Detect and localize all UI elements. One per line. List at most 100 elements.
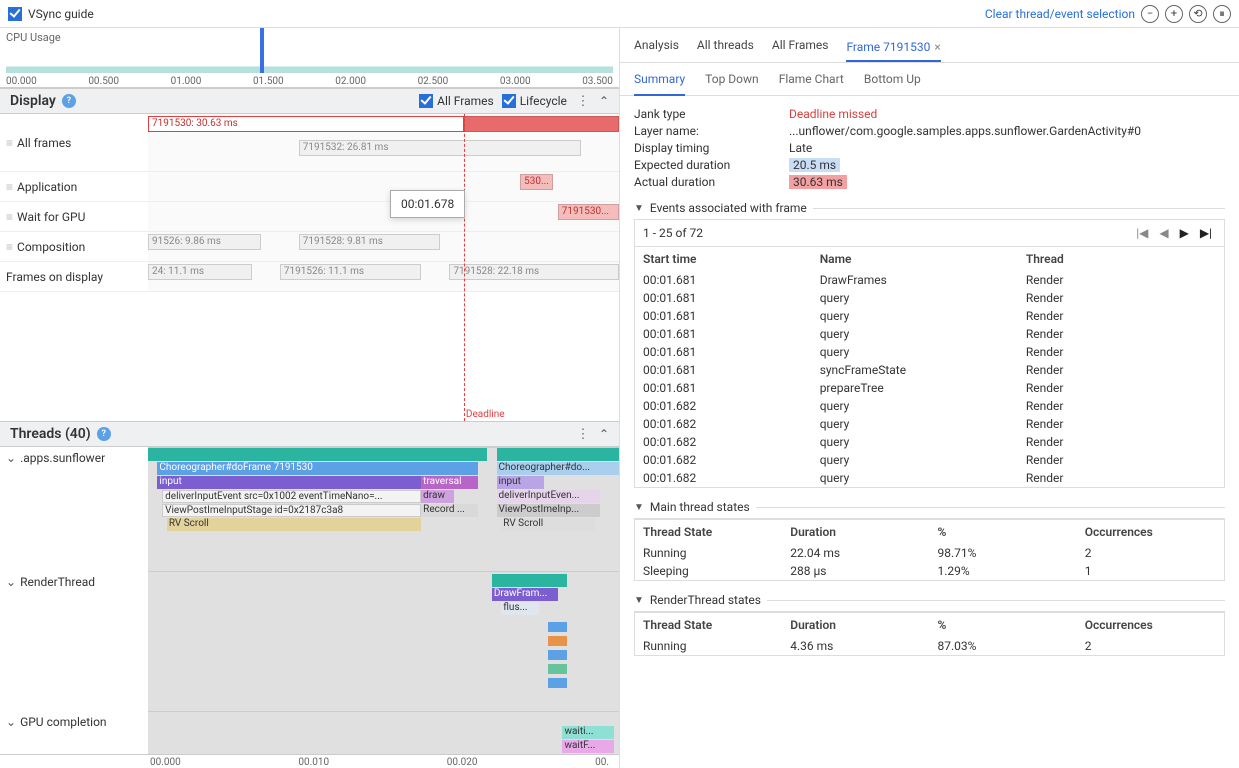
trace-bar[interactable]: Choreographer#do...: [497, 462, 619, 475]
trace-bar[interactable]: DrawFram...: [492, 588, 558, 601]
zoom-out-icon[interactable]: −: [1141, 5, 1159, 23]
table-row[interactable]: Running22.04 ms98.71%2: [635, 544, 1224, 562]
table-row[interactable]: Sleeping288 µs1.29%1: [635, 562, 1224, 580]
table-row[interactable]: 00:01.681DrawFramesRender: [635, 271, 1224, 289]
first-page-icon[interactable]: |◀: [1132, 226, 1152, 240]
trace-bar[interactable]: ViewPostImeInp...: [497, 504, 601, 517]
trace-bar[interactable]: [548, 650, 567, 660]
display-title: Display: [10, 93, 56, 109]
cpu-usage-chart[interactable]: CPU Usage 00.00000.50001.00001.50002.000…: [0, 28, 619, 88]
help-icon[interactable]: ?: [97, 427, 111, 441]
table-row[interactable]: 00:01.681queryRender: [635, 307, 1224, 325]
thread-sunflower: .apps.sunflower: [20, 451, 105, 465]
pause-icon[interactable]: ⏸: [1213, 5, 1231, 23]
all-frames-checkbox[interactable]: [419, 94, 433, 108]
track-wait-gpu: Wait for GPU: [17, 210, 85, 224]
subtab-summary[interactable]: Summary: [634, 68, 685, 96]
table-row[interactable]: 00:01.682queryRender: [635, 433, 1224, 451]
trace-bar[interactable]: waiti...: [562, 726, 614, 739]
frame-bar-jank[interactable]: [464, 116, 619, 132]
tab-all-frames[interactable]: All Frames: [772, 34, 829, 56]
tab-all-threads[interactable]: All threads: [697, 34, 754, 56]
comp-bar[interactable]: 91526: 9.86 ms: [148, 234, 261, 250]
trace-bar[interactable]: draw: [421, 490, 454, 503]
main-states-table: Thread State Duration % Occurrences Runn…: [635, 519, 1224, 580]
next-page-icon[interactable]: ▶: [1176, 226, 1193, 240]
clear-selection-link[interactable]: Clear thread/event selection: [985, 7, 1135, 21]
threads-section-header: Threads (40) ? ⋮ ⌃: [0, 421, 619, 447]
display-timing-value: Late: [789, 141, 1225, 155]
chevron-down-icon[interactable]: ▼: [634, 595, 644, 606]
grip-icon[interactable]: ≡: [6, 210, 11, 224]
wait-gpu-bar[interactable]: 7191530...: [558, 204, 619, 220]
comp-bar[interactable]: 7191528: 9.81 ms: [299, 234, 440, 250]
cpu-usage-label: CPU Usage: [6, 31, 61, 44]
help-icon[interactable]: ?: [62, 94, 76, 108]
grip-icon[interactable]: ≡: [6, 180, 11, 194]
table-row[interactable]: 00:01.681queryRender: [635, 343, 1224, 361]
trace-bar[interactable]: input: [497, 476, 544, 489]
zoom-in-icon[interactable]: +: [1165, 5, 1183, 23]
collapse-icon[interactable]: ⌃: [599, 94, 609, 108]
table-row[interactable]: 00:01.682queryRender: [635, 469, 1224, 487]
trace-bar[interactable]: RV Scroll: [501, 518, 595, 531]
frame-bar[interactable]: 7191532: 26.81 ms: [299, 140, 582, 156]
table-row[interactable]: 00:01.681prepareTreeRender: [635, 379, 1224, 397]
expand-icon[interactable]: ⌄: [6, 575, 16, 589]
collapse-icon[interactable]: ⌃: [599, 427, 609, 441]
expand-icon[interactable]: ⌄: [6, 715, 16, 729]
subtab-bottomup[interactable]: Bottom Up: [864, 68, 921, 90]
reset-zoom-icon[interactable]: ⟲: [1189, 5, 1207, 23]
trace-bar[interactable]: traversal: [421, 476, 478, 489]
trace-bar[interactable]: [497, 448, 619, 461]
vsync-checkbox[interactable]: [8, 7, 22, 21]
render-states-table: Thread State Duration % Occurrences Runn…: [635, 612, 1224, 655]
prev-page-icon[interactable]: ◀: [1155, 226, 1172, 240]
trace-bar[interactable]: waitF...: [562, 740, 614, 753]
frame-bar[interactable]: 7191530: 30.63 ms: [148, 116, 464, 132]
trace-bar[interactable]: [548, 678, 567, 688]
table-row[interactable]: 00:01.681syncFrameStateRender: [635, 361, 1224, 379]
last-page-icon[interactable]: ▶|: [1196, 226, 1216, 240]
expected-value: 20.5 ms: [789, 158, 840, 172]
fd-bar[interactable]: 7191526: 11.1 ms: [280, 264, 421, 280]
lifecycle-checkbox[interactable]: [502, 94, 516, 108]
table-row[interactable]: 00:01.682queryRender: [635, 415, 1224, 433]
trace-bar[interactable]: Choreographer#doFrame 7191530: [157, 462, 477, 475]
app-bar[interactable]: 530...: [520, 174, 553, 190]
trace-bar[interactable]: RV Scroll: [167, 518, 421, 531]
kebab-icon[interactable]: ⋮: [575, 427, 591, 442]
layer-name-value: ...unflower/com.google.samples.apps.sunf…: [789, 124, 1225, 138]
tab-analysis[interactable]: Analysis: [634, 34, 679, 56]
tab-frame[interactable]: Frame 7191530×: [846, 36, 940, 62]
trace-bar[interactable]: input: [157, 476, 421, 489]
subtab-flame[interactable]: Flame Chart: [779, 68, 844, 90]
chevron-down-icon[interactable]: ▼: [634, 203, 644, 214]
chevron-down-icon[interactable]: ▼: [634, 502, 644, 513]
kebab-icon[interactable]: ⋮: [575, 94, 591, 109]
close-icon[interactable]: ×: [934, 40, 940, 54]
actual-value: 30.63 ms: [789, 175, 847, 189]
trace-bar[interactable]: [548, 636, 567, 646]
fd-bar[interactable]: 7191528: 22.18 ms: [449, 264, 619, 280]
table-row[interactable]: 00:01.681queryRender: [635, 325, 1224, 343]
trace-bar[interactable]: [492, 574, 567, 587]
trace-bar[interactable]: Record ...: [421, 504, 478, 517]
trace-bar[interactable]: ViewPostImeInputStage id=0x2187c3a8: [162, 504, 421, 517]
trace-bar[interactable]: [548, 664, 567, 674]
table-row[interactable]: 00:01.682queryRender: [635, 397, 1224, 415]
subtab-topdown[interactable]: Top Down: [705, 68, 759, 90]
track-frames-display: Frames on display: [6, 270, 103, 284]
trace-bar[interactable]: [148, 448, 487, 461]
trace-bar[interactable]: deliverInputEvent src=0x1002 eventTimeNa…: [162, 490, 421, 503]
fd-bar[interactable]: 24: 11.1 ms: [148, 264, 252, 280]
expand-icon[interactable]: ⌄: [6, 451, 16, 465]
trace-bar[interactable]: [548, 622, 567, 632]
table-row[interactable]: 00:01.681queryRender: [635, 289, 1224, 307]
table-row[interactable]: 00:01.682queryRender: [635, 451, 1224, 469]
table-row[interactable]: Running4.36 ms87.03%2: [635, 637, 1224, 655]
grip-icon[interactable]: ≡: [6, 240, 11, 254]
trace-bar[interactable]: deliverInputEven...: [497, 490, 601, 503]
grip-icon[interactable]: ≡: [6, 136, 11, 150]
trace-bar[interactable]: flus...: [501, 602, 539, 615]
